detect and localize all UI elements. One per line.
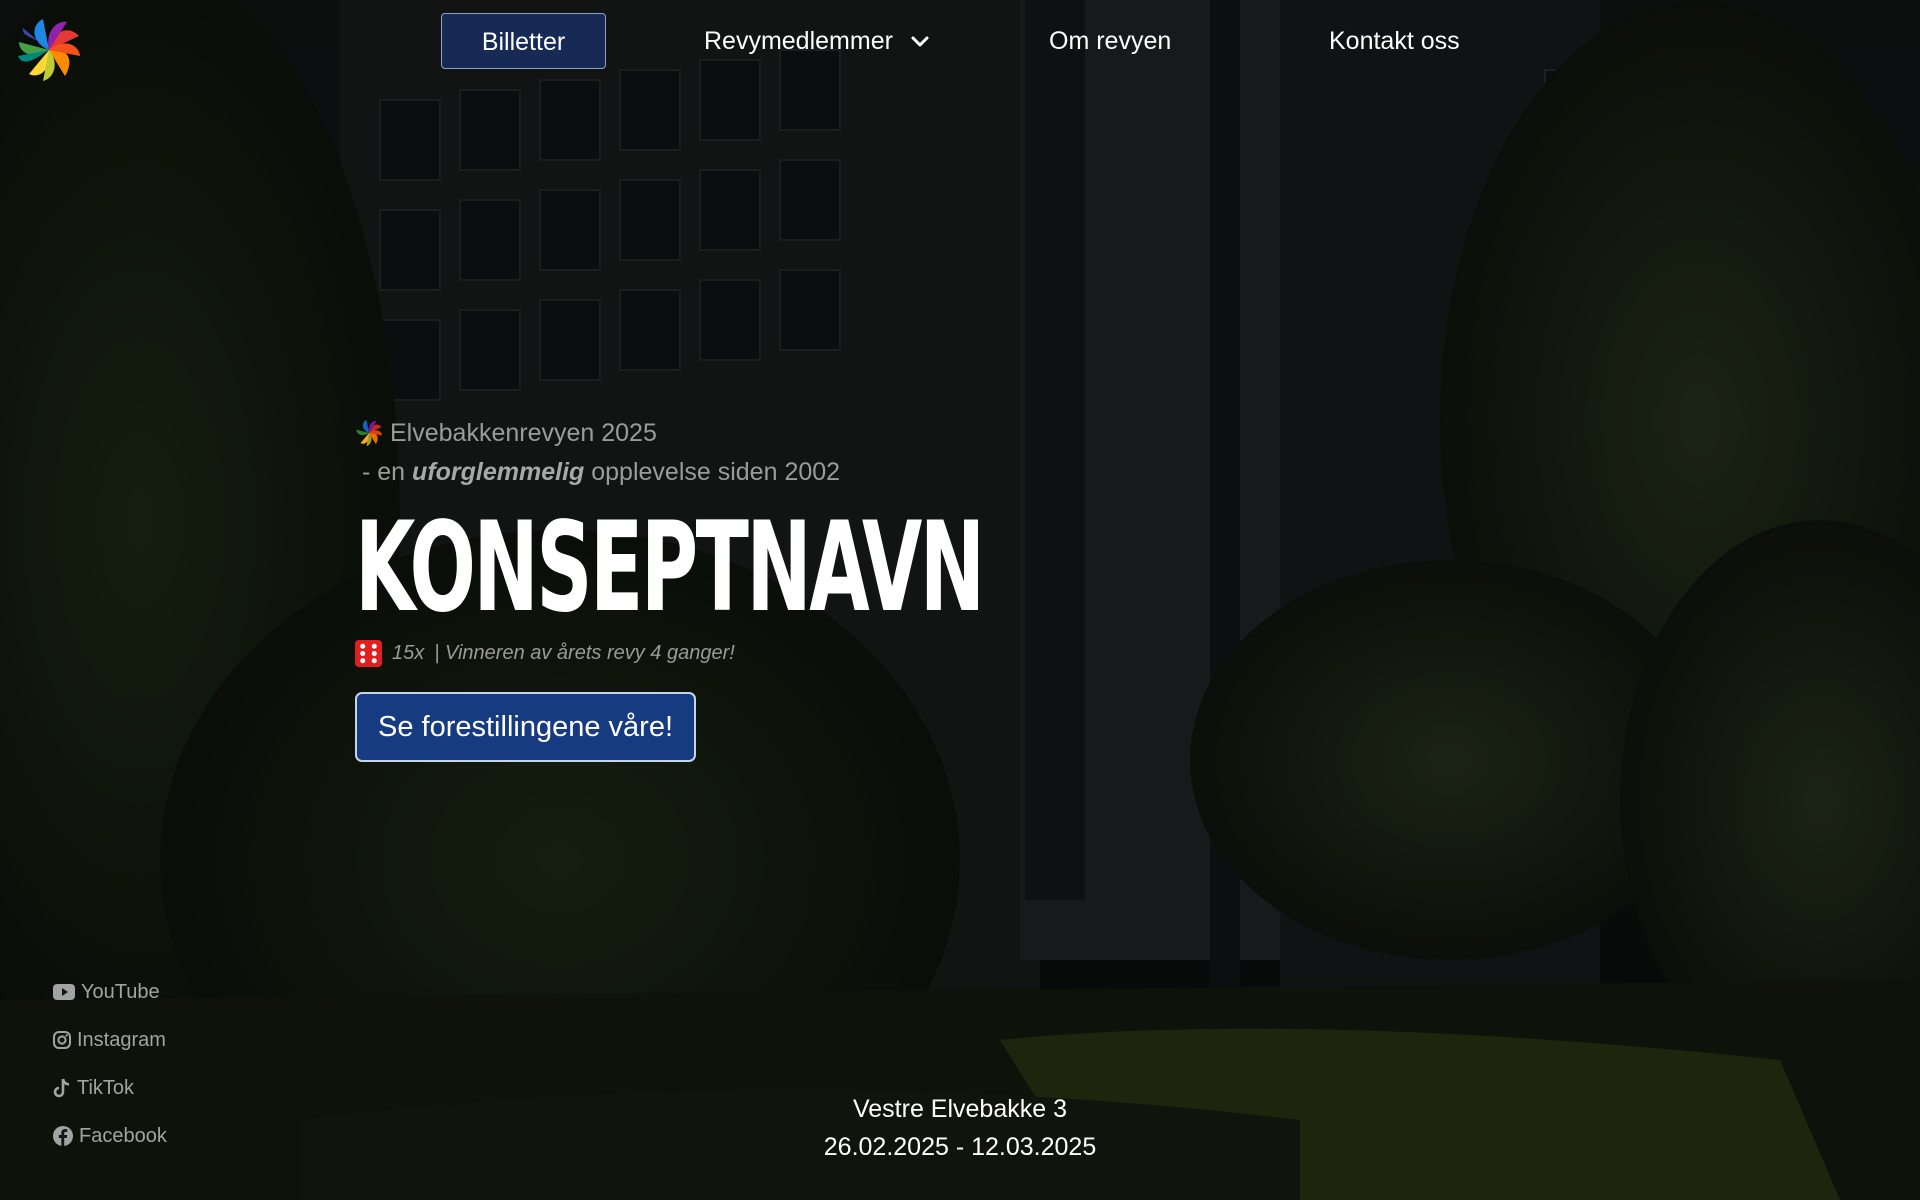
hero-kicker-text: Elvebakkenrevyen 2025 (390, 418, 657, 447)
tagline-suffix: opplevelse siden 2002 (591, 458, 841, 486)
instagram-icon (53, 1031, 71, 1049)
social-label: Instagram (77, 1028, 166, 1051)
rainbow-swirl-logo-icon (356, 419, 383, 447)
nav-item-kontakt-oss[interactable]: Kontakt oss (1329, 13, 1460, 69)
social-link-youtube[interactable]: YouTube (52, 968, 167, 1016)
nav-item-label: Kontakt oss (1329, 27, 1460, 55)
hero-tagline: - en uforglemmelig opplevelse siden 2002 (355, 454, 1351, 490)
hero-kicker: Elvebakkenrevyen 2025 (355, 415, 1351, 451)
nav-item-label: Revymedlemmer (704, 27, 893, 55)
nav-item-revymedlemmer[interactable]: Revymedlemmer (704, 13, 930, 69)
award-count: 15x (392, 642, 425, 664)
page: Billetter Revymedlemmer Om revyen Kontak… (0, 0, 1920, 1200)
nav-item-label: Billetter (481, 28, 566, 56)
tagline-emphasis: uforglemmelig (412, 458, 585, 486)
dice-icon (355, 640, 382, 667)
event-dates: 26.02.2025 - 12.03.2025 (823, 1133, 1097, 1161)
chevron-down-icon (910, 13, 930, 69)
social-link-instagram[interactable]: Instagram (52, 1016, 167, 1064)
event-info: Vestre Elvebakke 3 26.02.2025 - 12.03.20… (0, 1090, 1920, 1166)
hero-section: Elvebakkenrevyen 2025 - en uforglemmelig… (355, 415, 1351, 762)
see-shows-button[interactable]: Se forestillingene våre! (355, 692, 696, 762)
nav-item-label: Om revyen (1049, 27, 1172, 55)
tagline-prefix: - en (362, 458, 406, 486)
venue-address: Vestre Elvebakke 3 (852, 1095, 1067, 1123)
award-text: | Vinneren av årets revy 4 ganger! (434, 642, 735, 664)
nav-item-billetter[interactable]: Billetter (441, 13, 606, 69)
concept-title: KONSEPTNAVN (355, 496, 985, 640)
nav-item-om-revyen[interactable]: Om revyen (1049, 13, 1171, 69)
main-nav: Billetter Revymedlemmer Om revyen Kontak… (0, 0, 1920, 84)
youtube-icon (53, 984, 75, 1000)
social-label: YouTube (81, 980, 160, 1003)
award-line: 15x | Vinneren av årets revy 4 ganger! (355, 640, 1351, 667)
